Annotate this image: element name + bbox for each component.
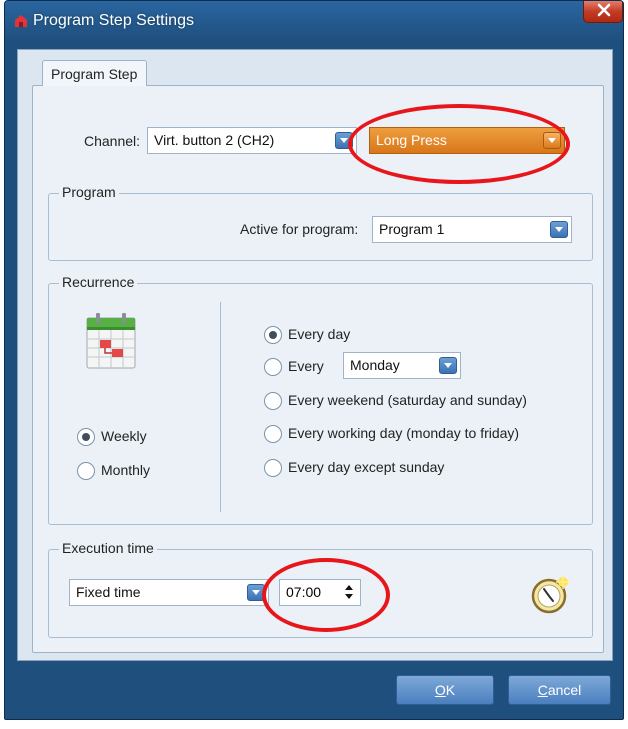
execution-time-group-title: Execution time: [59, 540, 157, 556]
every-weekday-label: Every: [288, 358, 324, 374]
monthly-radio-dot[interactable]: [77, 462, 95, 480]
channel-label: Channel:: [84, 133, 141, 149]
every-weekend-radio[interactable]: Every weekend (saturday and sunday): [264, 391, 564, 413]
every-day-radio-dot[interactable]: [264, 326, 282, 344]
window-title: Program Step Settings: [33, 12, 194, 29]
every-day-radio[interactable]: Every day: [264, 325, 384, 347]
press-type-select[interactable]: Long Press: [369, 127, 565, 154]
channel-select-value: Virt. button 2 (CH2): [154, 132, 275, 148]
time-value: 07:00: [286, 584, 322, 600]
weekday-select[interactable]: Monday: [343, 352, 461, 379]
recurrence-divider: [220, 302, 221, 512]
active-program-select[interactable]: Program 1: [372, 216, 572, 243]
recurrence-group: Recurrence Weekly Monthly Every day Ever…: [48, 274, 593, 525]
weekly-radio-label: Weekly: [101, 428, 147, 444]
channel-select[interactable]: Virt. button 2 (CH2): [147, 127, 357, 154]
dialog-window: Program Step Settings Program Step Chann…: [4, 0, 624, 720]
ok-label-rest: K: [445, 682, 456, 698]
program-group: Program Active for program: Program 1: [48, 184, 593, 261]
every-weekday-radio-dot[interactable]: [264, 358, 282, 376]
chevron-down-icon[interactable]: [247, 584, 265, 601]
monthly-radio[interactable]: Monthly: [77, 461, 167, 483]
monthly-radio-label: Monthly: [101, 462, 151, 478]
every-day-except-sunday-label: Every day except sunday: [288, 459, 445, 475]
every-day-except-sunday-radio[interactable]: Every day except sunday: [264, 458, 484, 480]
chevron-down-icon[interactable]: [550, 221, 568, 238]
cancel-mnemonic: C: [537, 682, 548, 698]
chevron-down-icon[interactable]: [335, 132, 353, 149]
every-day-label: Every day: [288, 326, 351, 342]
clock-icon: [531, 575, 570, 614]
every-weekend-radio-dot[interactable]: [264, 392, 282, 410]
app-icon: [15, 15, 27, 27]
execution-type-value: Fixed time: [76, 584, 141, 600]
press-type-value: Long Press: [376, 132, 447, 148]
execution-type-select[interactable]: Fixed time: [69, 579, 269, 606]
dialog-client-area: Program Step Channel: Virt. button 2 (CH…: [17, 49, 613, 661]
active-program-value: Program 1: [379, 221, 445, 237]
ok-button[interactable]: OK: [396, 675, 494, 705]
every-working-day-radio-dot[interactable]: [264, 425, 282, 443]
ok-mnemonic: O: [434, 682, 446, 698]
every-working-day-radio[interactable]: Every working day (monday to friday): [264, 424, 564, 446]
every-weekday-radio[interactable]: Every: [264, 357, 344, 379]
active-program-label: Active for program:: [240, 221, 359, 237]
chevron-down-icon[interactable]: [543, 132, 561, 149]
time-spinner[interactable]: 07:00: [279, 579, 361, 606]
close-button[interactable]: [583, 1, 623, 23]
weekly-radio-dot[interactable]: [77, 428, 95, 446]
program-group-title: Program: [59, 184, 119, 200]
weekly-radio[interactable]: Weekly: [77, 427, 167, 449]
cancel-label-rest: ancel: [547, 682, 582, 698]
spinner-arrows-icon[interactable]: [344, 584, 354, 600]
recurrence-group-title: Recurrence: [59, 274, 138, 290]
cancel-button[interactable]: Cancel: [508, 675, 611, 705]
close-icon: [597, 3, 611, 17]
tab-program-step[interactable]: Program Step: [42, 60, 147, 86]
weekday-select-value: Monday: [350, 357, 400, 373]
every-working-day-label: Every working day (monday to friday): [288, 425, 520, 441]
execution-time-group: Execution time Fixed time 07:00: [48, 540, 593, 638]
chevron-down-icon[interactable]: [439, 357, 457, 374]
every-day-except-sunday-radio-dot[interactable]: [264, 459, 282, 477]
calendar-icon: [86, 313, 136, 369]
title-bar[interactable]: Program Step Settings: [5, 1, 623, 41]
every-weekend-label: Every weekend (saturday and sunday): [288, 392, 527, 408]
tab-panel: Channel: Virt. button 2 (CH2) Long Press…: [32, 85, 604, 653]
